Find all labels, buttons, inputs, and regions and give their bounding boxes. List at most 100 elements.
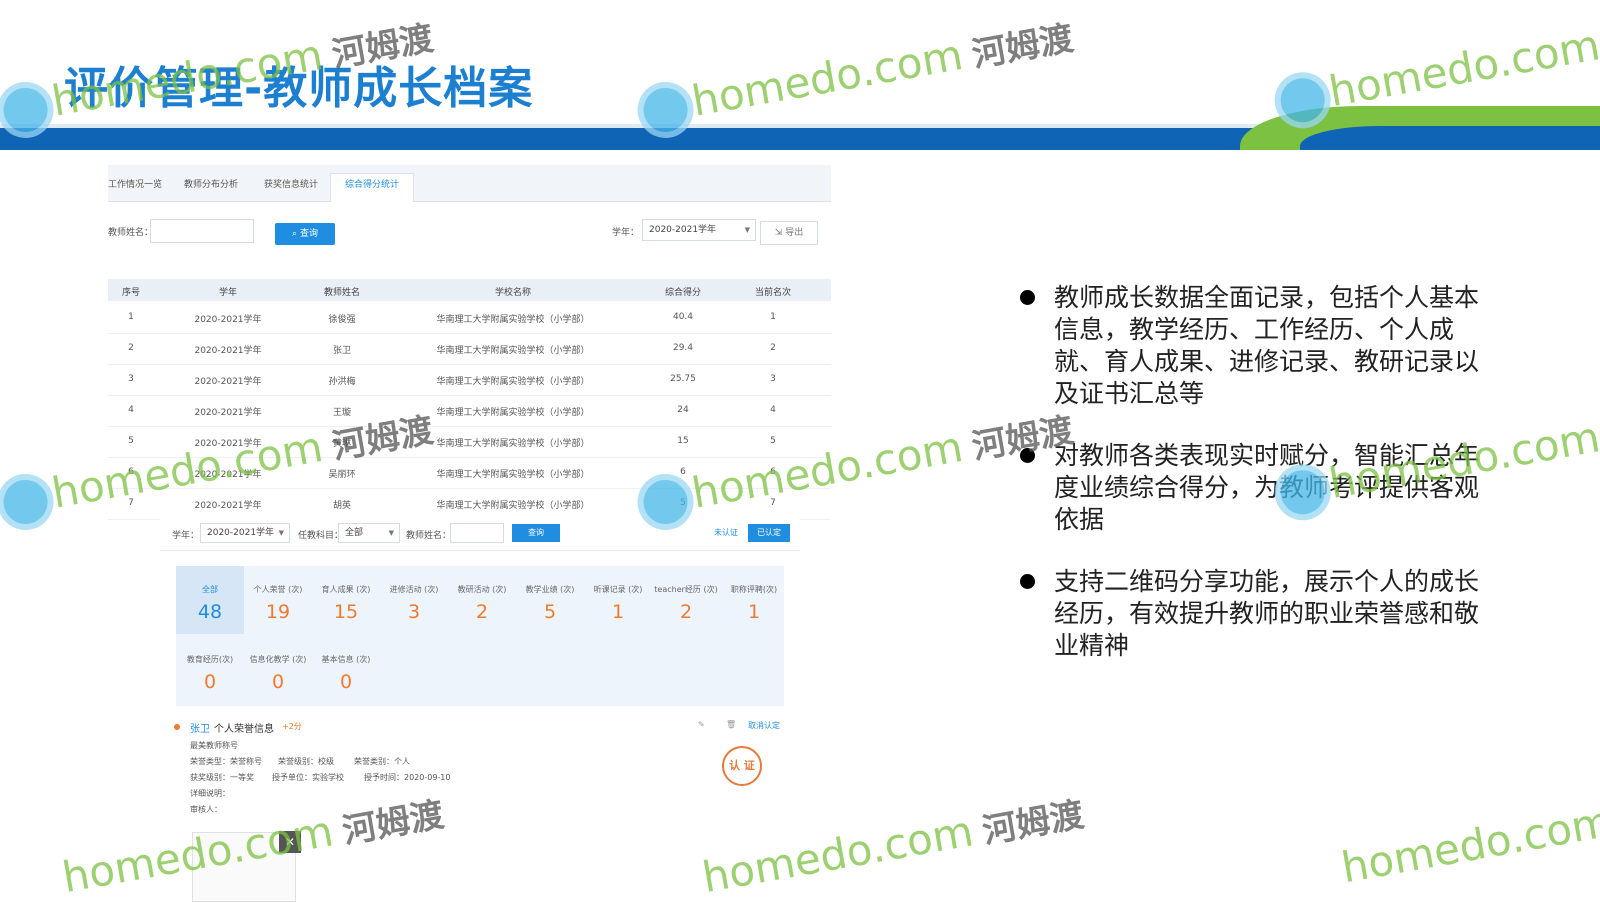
stat-value: 2 [475, 601, 489, 623]
stat-mentoring[interactable]: teacher经历 (次) 2 [652, 566, 720, 634]
year-select[interactable]: 2020-2021学年 ▼ [642, 219, 756, 241]
panel-filter-bar: 学年： 2020-2021学年 ▼ 任教科目： 全部 ▼ 教师姓名： 查询 未认… [160, 510, 800, 551]
feature-bullets: 教师成长数据全面记录，包括个人基本信息，教学经历、工作经历、个人成就、育人成果、… [1018, 282, 1498, 692]
subject-label: 任教科目： [298, 531, 344, 541]
cell-school: 华南理工大学附属实验学校（小学部） [436, 377, 590, 387]
chevron-down-icon: ▼ [744, 226, 750, 234]
cell-school: 华南理工大学附属实验学校（小学部） [436, 470, 590, 480]
year-label: 学年： [612, 228, 640, 238]
stat-value: 15 [333, 601, 359, 623]
tab-score-stats[interactable]: 综合得分统计 [330, 173, 415, 202]
query-button[interactable]: ⌕ 查询 [275, 223, 335, 245]
header-band-blue-overlay [1300, 126, 1600, 150]
stat-value: 5 [543, 601, 557, 623]
close-icon[interactable]: ✕ [279, 831, 301, 853]
stat-personal-honor[interactable]: 个人荣誉 (次) 19 [244, 566, 312, 634]
watermark-latin: homedo.com [1325, 20, 1600, 117]
verified-button[interactable]: 已认定 [748, 524, 790, 542]
stat-lesson-observation[interactable]: 听课记录 (次) 1 [584, 566, 652, 634]
cell-school: 华南理工大学附属实验学校（小学部） [436, 346, 590, 356]
cell-teacher: 王璇 [332, 408, 351, 418]
stat-label: 育人成果 (次) [321, 585, 371, 594]
tab-award-stats[interactable]: 获奖信息统计 [264, 177, 318, 190]
edit-icon[interactable]: ✎ [698, 720, 705, 729]
table-row[interactable]: 4 2020-2021学年 王璇 华南理工大学附属实验学校（小学部） 24 4 [108, 395, 831, 427]
bullet-text: 教师成长数据全面记录，包括个人基本信息，教学经历、工作经历、个人成就、育人成果、… [1054, 283, 1480, 408]
col-total-score: 综合得分 [664, 288, 701, 298]
tab-work-overview[interactable]: 工作情况一览 [108, 177, 162, 190]
tab-bar: 工作情况一览 教师分布分析 获奖信息统计 综合得分统计 [108, 165, 831, 202]
cell-year: 2020-2021学年 [194, 408, 262, 418]
cell-index: 2 [128, 343, 134, 353]
stat-value: 19 [265, 601, 291, 623]
table-row[interactable]: 5 2020-2021学年 黄琳 华南理工大学附属实验学校（小学部） 15 5 [108, 426, 831, 458]
cell-score: 29.4 [672, 343, 694, 353]
cell-school: 华南理工大学附属实验学校（小学部） [436, 408, 590, 418]
cell-index: 4 [128, 405, 134, 415]
table-row[interactable]: 2 2020-2021学年 张卫 华南理工大学附属实验学校（小学部） 29.4 … [108, 333, 831, 365]
honor-section-title: 个人荣誉信息 [214, 724, 274, 735]
cell-score: 25.75 [670, 374, 696, 384]
stat-value: 3 [407, 601, 421, 623]
subject-value: 全部 [345, 528, 364, 538]
stat-education-experience[interactable]: 教育经历(次) 0 [176, 636, 244, 704]
stat-teaching-performance[interactable]: 教学业绩 (次) 5 [516, 566, 584, 634]
stat-basic-info[interactable]: 基本信息 (次) 0 [312, 636, 380, 704]
panel-name-label: 教师姓名： [406, 531, 452, 541]
cell-rank: 7 [770, 498, 776, 508]
cell-score: 40.4 [672, 312, 694, 322]
stat-training[interactable]: 进修活动 (次) 3 [380, 566, 448, 634]
unverified-button[interactable]: 未认证 [708, 524, 744, 542]
stat-value: 0 [339, 671, 353, 693]
panel-query-button[interactable]: 查询 [512, 524, 560, 542]
export-icon: ⇲ [774, 228, 783, 238]
cell-rank: 4 [770, 405, 776, 415]
panel-year-value: 2020-2021学年 [207, 528, 275, 538]
table-row[interactable]: 3 2020-2021学年 孙洪梅 华南理工大学附属实验学校（小学部） 25.7… [108, 364, 831, 396]
bullet-dot-icon [174, 724, 180, 730]
stat-label: teacher经历 (次) [654, 585, 718, 594]
panel-year-select[interactable]: 2020-2021学年 ▼ [200, 523, 290, 543]
subject-select[interactable]: 全部 ▼ [338, 523, 400, 543]
watermark: homedo.com河姆渡 [639, 11, 1077, 135]
query-button-label: 查询 [299, 229, 318, 239]
cell-rank: 1 [770, 312, 776, 322]
stat-value: 0 [271, 671, 285, 693]
panel-name-input[interactable] [450, 523, 504, 543]
verified-seal: 认 证 [722, 746, 762, 786]
cancel-verify-link[interactable]: 取消认定 [748, 720, 780, 731]
stat-research[interactable]: 教研活动 (次) 2 [448, 566, 516, 634]
stat-value: 2 [679, 601, 693, 623]
detail-label: 详细说明： [190, 789, 230, 798]
cell-year: 2020-2021学年 [194, 315, 262, 325]
flower-logo-icon [0, 475, 51, 527]
stat-value: 48 [197, 601, 223, 623]
table-row[interactable]: 1 2020-2021学年 徐俊强 华南理工大学附属实验学校（小学部） 40.4… [108, 302, 831, 334]
chevron-down-icon: ▼ [388, 529, 394, 537]
bullet-item: 支持二维码分享功能，展示个人的成长经历，有效提升教师的职业荣誉感和敬业精神 [1018, 566, 1498, 662]
certificate-thumbnail[interactable]: ✕ [192, 831, 301, 902]
stat-title-appointment[interactable]: 职称评聘(次) 1 [720, 566, 788, 634]
stat-education-results[interactable]: 育人成果 (次) 15 [312, 566, 380, 634]
export-button[interactable]: ⇲ 导出 [760, 221, 818, 245]
honor-teacher-name[interactable]: 张卫 [190, 720, 210, 735]
tab-teacher-distribution[interactable]: 教师分布分析 [184, 177, 238, 190]
bullet-dot-icon [1020, 290, 1035, 305]
bullet-item: 对教师各类表现实时赋分，智能汇总年度业绩综合得分，为教师考评提供客观依据 [1018, 440, 1498, 536]
stat-all[interactable]: 全部 48 [176, 566, 244, 634]
table-row[interactable]: 6 2020-2021学年 吴丽环 华南理工大学附属实验学校（小学部） 6 6 [108, 457, 831, 489]
cell-year: 2020-2021学年 [194, 439, 262, 449]
cell-index: 1 [128, 312, 134, 322]
trash-icon[interactable]: 🗑 [726, 720, 736, 729]
cell-teacher: 徐俊强 [328, 315, 356, 325]
stat-value: 0 [203, 671, 217, 693]
col-index: 序号 [121, 288, 140, 298]
stat-label: 教学业绩 (次) [525, 585, 575, 594]
honor-type: 荣誉类型：荣誉称号 [190, 757, 262, 766]
teacher-name-input[interactable] [150, 219, 254, 243]
cell-score: 15 [677, 436, 689, 446]
stat-it-teaching[interactable]: 信息化教学 (次) 0 [244, 636, 312, 704]
cell-rank: 3 [770, 374, 776, 384]
watermark-latin: homedo.com [1337, 796, 1600, 893]
cell-index: 7 [128, 498, 134, 508]
